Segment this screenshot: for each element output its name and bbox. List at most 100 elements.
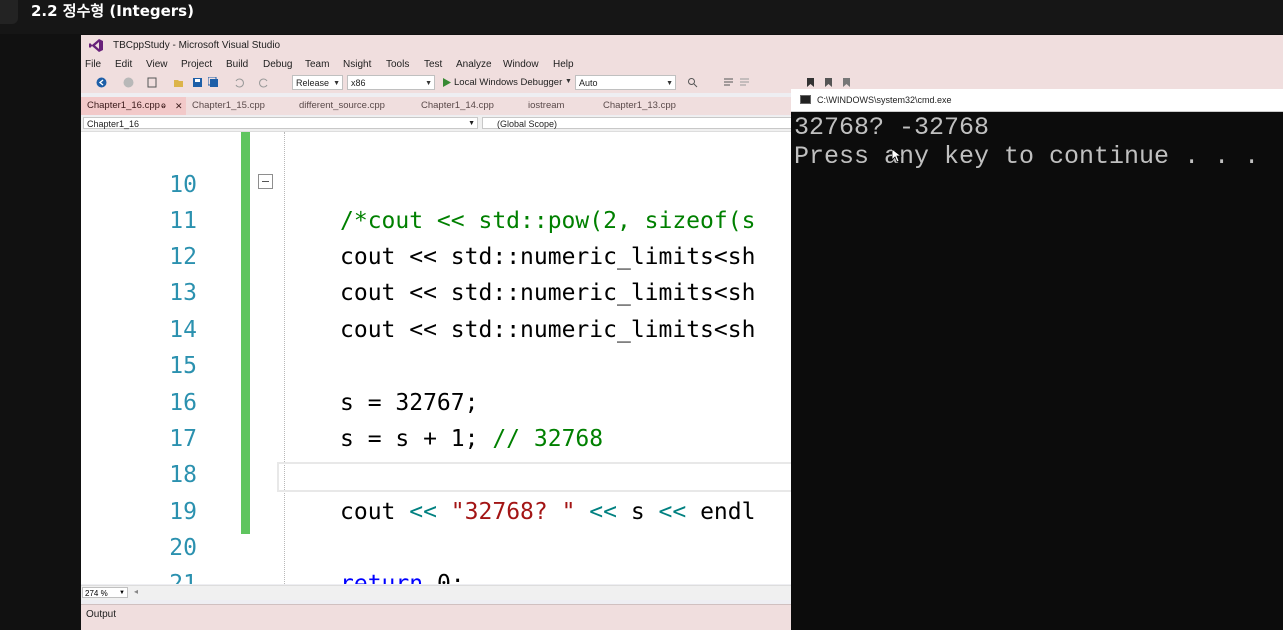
vs-title-bar: TBCppStudy - Microsoft Visual Studio (81, 35, 1283, 57)
code-token: 0; (423, 571, 465, 584)
platform-value: x86 (351, 78, 366, 88)
console-icon (800, 95, 811, 104)
code-editor[interactable]: 10 11 12 13 14 15 16 17 18 19 20 21 22 /… (81, 132, 793, 584)
current-line-highlight (277, 462, 793, 492)
code-operator: << (409, 244, 437, 270)
menu-nsight[interactable]: Nsight (343, 59, 371, 70)
save-all-icon[interactable] (208, 77, 219, 88)
open-folder-icon[interactable] (173, 77, 184, 88)
menu-file[interactable]: File (85, 59, 101, 70)
configuration-value: Release (296, 78, 330, 88)
line-number: 16 (169, 390, 197, 416)
code-token: cout (340, 280, 410, 306)
menu-test[interactable]: Test (424, 59, 442, 70)
find-icon[interactable] (687, 77, 698, 88)
code-line: s = s + 1; // 32768 (340, 426, 603, 452)
code-token: endl (686, 499, 756, 525)
code-operator: << (409, 280, 437, 306)
line-number: 20 (169, 535, 197, 561)
tab-chapter1-15[interactable]: Chapter1_15.cpp (192, 97, 265, 115)
menu-project[interactable]: Project (181, 59, 212, 70)
bookmark-icon[interactable] (805, 77, 816, 88)
menu-bar: File Edit View Project Build Debug Team … (81, 57, 1283, 73)
code-token: std::numeric_limits<sh (436, 280, 756, 306)
zoom-value: 274 % (85, 589, 108, 598)
project-value: Chapter1_16 (87, 119, 140, 129)
line-number: 10 (169, 172, 197, 198)
scope-value: (Global Scope) (497, 119, 558, 129)
tab-chapter1-14[interactable]: Chapter1_14.cpp (421, 97, 494, 115)
console-title: C:\WINDOWS\system32\cmd.exe (817, 95, 952, 105)
output-panel-title: Output (86, 609, 117, 620)
back-icon[interactable] (96, 77, 107, 88)
chevron-down-icon[interactable]: ▼ (565, 78, 572, 85)
console-window[interactable]: C:\WINDOWS\system32\cmd.exe 32768? -3276… (791, 89, 1283, 630)
output-panel: Output (81, 604, 793, 630)
undo-icon[interactable] (233, 77, 244, 88)
line-number: 18 (169, 462, 197, 488)
code-line: cout << std::numeric_limits<sh (340, 244, 755, 270)
sidebar-toggle[interactable] (0, 0, 18, 24)
play-icon[interactable] (441, 77, 452, 88)
line-number: 19 (169, 499, 197, 525)
collapse-region-icon[interactable] (258, 174, 273, 189)
console-output-line: 32768? -32768 (794, 113, 990, 142)
line-number: 11 (169, 208, 197, 234)
start-debugger-button[interactable]: Local Windows Debugger (454, 77, 562, 88)
solution-configuration-select[interactable]: Release ▼ (292, 75, 343, 90)
tab-chapter1-13[interactable]: Chapter1_13.cpp (603, 97, 676, 115)
chevron-down-icon: ▼ (333, 80, 340, 87)
indent-guide (284, 132, 286, 584)
chevron-down-icon: ▼ (119, 590, 125, 596)
scroll-left-icon[interactable]: ◂ (134, 587, 138, 596)
line-number: 14 (169, 317, 197, 343)
forward-icon[interactable] (123, 77, 134, 88)
project-dropdown[interactable]: Chapter1_16 ▼ (83, 117, 478, 129)
menu-edit[interactable]: Edit (115, 59, 132, 70)
console-output-line: Press any key to continue . . . (794, 142, 1260, 171)
lecture-header: 2.2 정수형 (Integers) (0, 0, 1283, 34)
menu-view[interactable]: View (146, 59, 168, 70)
menu-tools[interactable]: Tools (386, 59, 409, 70)
code-token: s = s + 1; (340, 426, 493, 452)
solution-platform-select[interactable]: x86 ▼ (347, 75, 435, 90)
chevron-down-icon: ▼ (666, 80, 673, 87)
comment-icon[interactable] (723, 77, 734, 88)
visual-studio-logo-icon (89, 39, 103, 52)
menu-debug[interactable]: Debug (263, 59, 292, 70)
vs-window-title: TBCppStudy - Microsoft Visual Studio (113, 40, 281, 51)
menu-help[interactable]: Help (553, 59, 574, 70)
code-line: s = 32767; (340, 390, 478, 416)
chevron-down-icon: ▼ (468, 120, 475, 127)
mouse-pointer-icon (892, 149, 902, 163)
line-number: 21 (169, 571, 197, 584)
prev-bookmark-icon[interactable] (841, 77, 852, 88)
save-icon[interactable] (192, 77, 203, 88)
tab-chapter1-16[interactable]: Chapter1_16.cpp ⱺ ✕ (81, 97, 186, 115)
code-token: std::numeric_limits<sh (436, 317, 756, 343)
chevron-down-icon: ▼ (425, 80, 432, 87)
close-icon[interactable]: ✕ (175, 97, 183, 115)
line-number: 13 (169, 280, 197, 306)
menu-build[interactable]: Build (226, 59, 248, 70)
tab-iostream[interactable]: iostream (528, 97, 564, 115)
debugger-mode-select[interactable]: Auto ▼ (575, 75, 676, 90)
line-number: 17 (169, 426, 197, 452)
menu-analyze[interactable]: Analyze (456, 59, 492, 70)
code-operator: << (658, 499, 687, 525)
zoom-select[interactable]: 274 % ▼ (82, 587, 128, 598)
debugger-mode-value: Auto (579, 78, 598, 88)
code-comment: // 32768 (492, 426, 604, 452)
scope-dropdown[interactable]: (Global Scope) (482, 117, 793, 129)
tab-different-source[interactable]: different_source.cpp (299, 97, 385, 115)
redo-icon[interactable] (259, 77, 270, 88)
code-line: cout << std::numeric_limits<sh (340, 280, 755, 306)
next-bookmark-icon[interactable] (823, 77, 834, 88)
code-token: cout (340, 244, 410, 270)
new-project-icon[interactable] (147, 77, 158, 88)
menu-window[interactable]: Window (503, 59, 539, 70)
menu-team[interactable]: Team (305, 59, 329, 70)
uncomment-icon[interactable] (739, 77, 750, 88)
pin-icon[interactable]: ⱺ (161, 97, 166, 115)
code-line: cout << std::numeric_limits<sh (340, 317, 755, 343)
